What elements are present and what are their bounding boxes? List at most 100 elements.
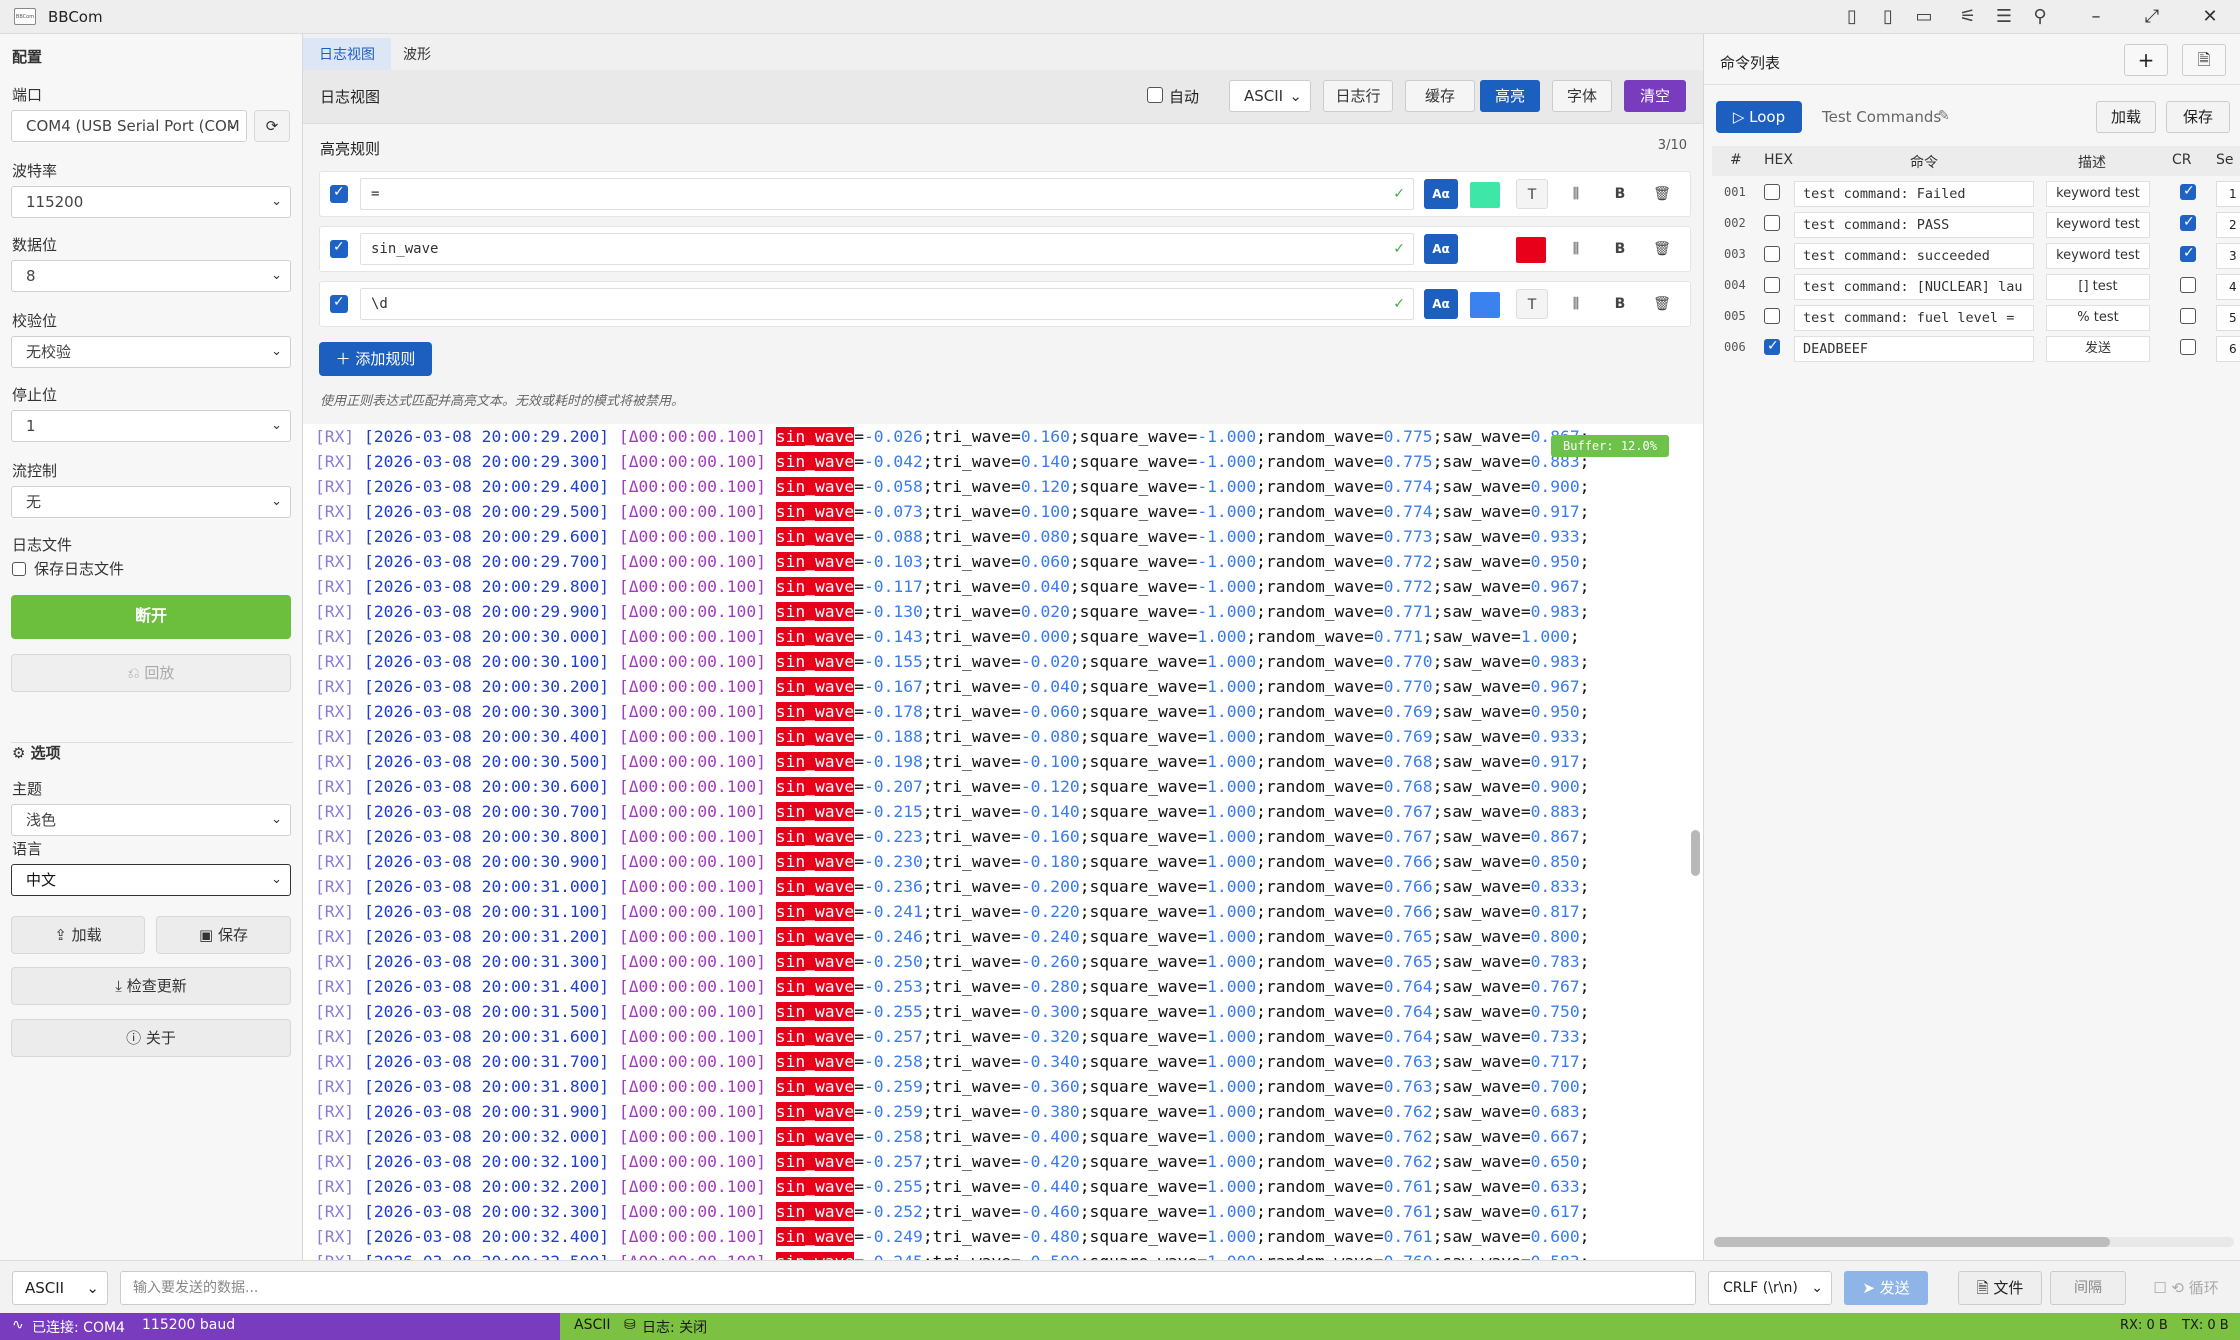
- command-input[interactable]: test command: succeeded: [1794, 243, 2034, 269]
- font-button[interactable]: 字体: [1552, 80, 1612, 112]
- hex-checkbox[interactable]: [1764, 215, 1780, 231]
- layout-left-icon[interactable]: ▯: [1840, 5, 1864, 29]
- command-description[interactable]: keyword test: [2046, 181, 2150, 207]
- hex-checkbox[interactable]: [1764, 184, 1780, 200]
- rule-color-swatch[interactable]: [1516, 237, 1546, 263]
- save-config-button[interactable]: ▣ 保存: [156, 916, 291, 954]
- send-command-button[interactable]: 4: [2216, 274, 2240, 300]
- check-update-button[interactable]: ⤓ 检查更新: [11, 967, 291, 1005]
- command-group-name[interactable]: Test Commands: [1822, 108, 1941, 126]
- command-input[interactable]: test command: Failed: [1794, 181, 2034, 207]
- minimize-button[interactable]: –: [2076, 4, 2116, 30]
- loop-send-toggle[interactable]: ☐ ⟲ 循环: [2138, 1271, 2234, 1305]
- close-button[interactable]: ✕: [2190, 4, 2230, 30]
- columns-icon[interactable]: ⫼: [1560, 289, 1592, 319]
- cache-button[interactable]: 缓存: [1405, 80, 1475, 112]
- theme-select[interactable]: 浅色 ⌄: [11, 804, 291, 836]
- command-input[interactable]: test command: PASS: [1794, 212, 2034, 238]
- send-input[interactable]: 输入要发送的数据...: [120, 1271, 1696, 1305]
- layout-right-icon[interactable]: ▯: [1876, 5, 1900, 29]
- cr-checkbox[interactable]: [2180, 339, 2196, 355]
- log-scrollbar[interactable]: [1691, 830, 1700, 876]
- flow-select[interactable]: 无 ⌄: [11, 486, 291, 518]
- stopbits-select[interactable]: 1 ⌄: [11, 410, 291, 442]
- send-command-button[interactable]: 1: [2216, 181, 2240, 207]
- command-description[interactable]: keyword test: [2046, 212, 2150, 238]
- sliders-icon[interactable]: ⚟: [1956, 5, 1980, 29]
- text-color-button[interactable]: T: [1516, 179, 1548, 209]
- rule-enabled-checkbox[interactable]: [330, 184, 348, 203]
- cr-checkbox[interactable]: [2180, 245, 2196, 262]
- command-input[interactable]: DEADBEEF: [1794, 336, 2034, 362]
- tab-log-view[interactable]: 日志视图: [303, 38, 391, 72]
- refresh-ports-button[interactable]: ⟳: [254, 110, 290, 142]
- command-description[interactable]: % test: [2046, 305, 2150, 331]
- send-encoding-select[interactable]: ASCII ⌄: [12, 1271, 108, 1305]
- pin-icon[interactable]: ⚲: [2028, 5, 2052, 29]
- menu-icon[interactable]: ☰: [1992, 5, 2016, 29]
- cr-checkbox[interactable]: [2180, 183, 2196, 200]
- case-sensitive-button[interactable]: Aα: [1424, 234, 1458, 264]
- file-button[interactable]: 🗎 文件: [1958, 1271, 2042, 1305]
- port-select[interactable]: COM4 (USB Serial Port (COM ⌄: [11, 110, 247, 142]
- send-command-button[interactable]: 5: [2216, 305, 2240, 331]
- add-rule-button[interactable]: ＋ 添加规则: [319, 342, 432, 376]
- logline-button[interactable]: 日志行: [1323, 80, 1393, 112]
- clear-button[interactable]: 清空: [1624, 80, 1686, 112]
- about-button[interactable]: ⓘ 关于: [11, 1019, 291, 1057]
- command-description[interactable]: 发送: [2046, 336, 2150, 362]
- maximize-button[interactable]: ⤢: [2132, 4, 2172, 30]
- rule-pattern-input[interactable]: = ✓: [360, 178, 1414, 210]
- command-hscrollbar[interactable]: [1714, 1237, 2234, 1247]
- send-command-button[interactable]: 2: [2216, 212, 2240, 238]
- rule-color-swatch[interactable]: [1470, 292, 1500, 318]
- encoding-select[interactable]: ASCII ⌄: [1229, 80, 1311, 112]
- add-command-button[interactable]: +: [2124, 44, 2168, 76]
- case-sensitive-button[interactable]: Aα: [1424, 289, 1458, 319]
- case-sensitive-button[interactable]: Aα: [1424, 179, 1458, 209]
- rule-pattern-input[interactable]: \d ✓: [360, 288, 1414, 320]
- layout-bottom-icon[interactable]: ▭: [1912, 5, 1936, 29]
- text-color-button[interactable]: T: [1516, 289, 1548, 319]
- send-button[interactable]: ➤ 发送: [1844, 1271, 1928, 1305]
- line-ending-select[interactable]: CRLF (\r\n) ⌄: [1708, 1271, 1832, 1305]
- cr-checkbox[interactable]: [2180, 214, 2196, 231]
- command-input[interactable]: test command: fuel level =: [1794, 305, 2034, 331]
- interval-button[interactable]: 间隔: [2050, 1271, 2126, 1305]
- send-command-button[interactable]: 3: [2216, 243, 2240, 269]
- load-commands-button[interactable]: 加载: [2096, 101, 2156, 133]
- tab-waveform[interactable]: 波形: [403, 44, 431, 64]
- hex-checkbox[interactable]: [1764, 308, 1780, 324]
- auto-checkbox[interactable]: [1147, 87, 1163, 103]
- parity-select[interactable]: 无校验 ⌄: [11, 336, 291, 368]
- bold-icon[interactable]: B: [1604, 179, 1636, 209]
- log-output[interactable]: [RX] [2026-03-08 20:00:29.200] [Δ00:00:0…: [303, 424, 1703, 1260]
- trash-icon[interactable]: 🗑: [1646, 234, 1678, 264]
- save-log-checkbox[interactable]: [12, 562, 26, 576]
- command-hscroll-thumb[interactable]: [1714, 1237, 2110, 1247]
- command-input[interactable]: test command: [NUCLEAR] lau: [1794, 274, 2034, 300]
- hex-checkbox[interactable]: [1764, 246, 1780, 262]
- loop-button[interactable]: ▷ Loop: [1716, 101, 1802, 133]
- save-commands-button[interactable]: 保存: [2166, 101, 2230, 133]
- rule-color-swatch[interactable]: [1470, 182, 1500, 208]
- trash-icon[interactable]: 🗑: [1646, 179, 1678, 209]
- cr-checkbox[interactable]: [2180, 277, 2196, 293]
- rule-pattern-input[interactable]: sin_wave ✓: [360, 233, 1414, 265]
- highlight-button[interactable]: 高亮: [1480, 80, 1540, 112]
- columns-icon[interactable]: ⫼: [1560, 234, 1592, 264]
- export-command-button[interactable]: 🗎: [2182, 44, 2226, 76]
- command-description[interactable]: [] test: [2046, 274, 2150, 300]
- bold-icon[interactable]: B: [1604, 289, 1636, 319]
- disconnect-button[interactable]: 断开: [11, 595, 291, 639]
- bold-icon[interactable]: B: [1604, 234, 1636, 264]
- lang-select[interactable]: 中文 ⌄: [11, 864, 291, 896]
- hex-checkbox[interactable]: [1764, 338, 1780, 355]
- replay-button[interactable]: ⎌ 回放: [11, 654, 291, 692]
- baud-select[interactable]: 115200 ⌄: [11, 186, 291, 218]
- rule-enabled-checkbox[interactable]: [330, 294, 348, 313]
- cr-checkbox[interactable]: [2180, 308, 2196, 324]
- databits-select[interactable]: 8 ⌄: [11, 260, 291, 292]
- rule-enabled-checkbox[interactable]: [330, 239, 348, 258]
- trash-icon[interactable]: 🗑: [1646, 289, 1678, 319]
